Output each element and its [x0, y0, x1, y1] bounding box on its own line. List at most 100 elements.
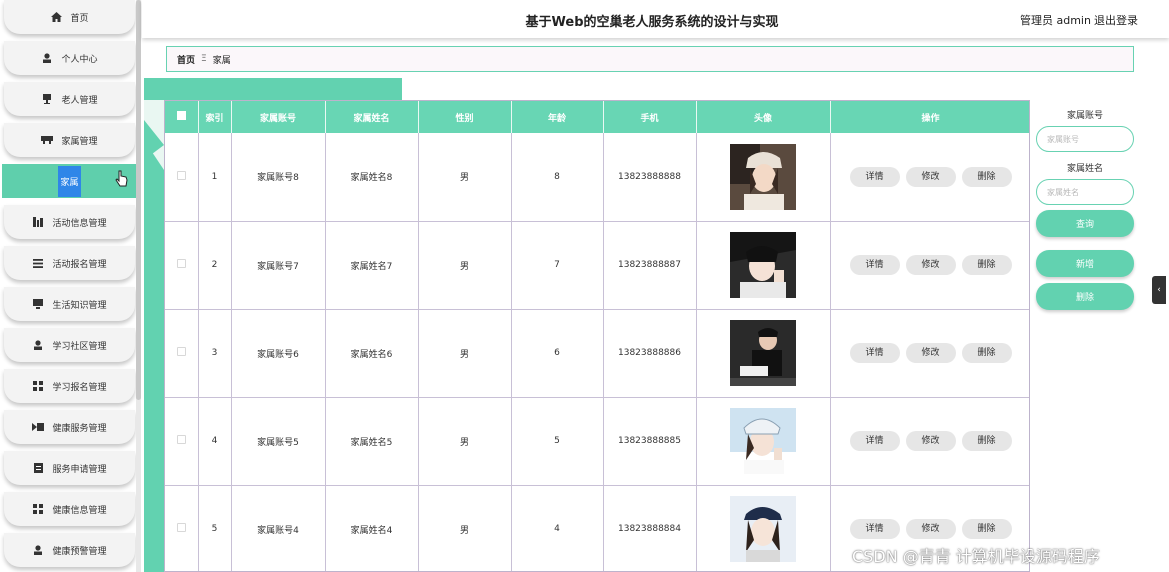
collapse-tab-icon[interactable]: ‹ — [1152, 276, 1166, 304]
top-header: 基于Web的空巢老人服务系统的设计与实现 管理员 admin 退出登录 — [142, 0, 1169, 38]
column-header: 性别 — [418, 101, 512, 133]
sidebar-item-9[interactable]: 健康服务管理 — [4, 410, 135, 444]
breadcrumb-home[interactable]: 首页 — [177, 53, 195, 66]
sidebar-item-12[interactable]: 健康预警管理 — [4, 533, 135, 567]
detail-button[interactable]: 详情 — [849, 431, 900, 451]
delete-button[interactable]: 删除 — [961, 255, 1012, 275]
edit-button[interactable]: 修改 — [905, 166, 956, 187]
sidebar-item-2[interactable]: 老人管理 — [4, 82, 135, 116]
row-checkbox-cell[interactable] — [165, 485, 199, 571]
index-cell: 2 — [198, 221, 232, 310]
index-cell: 3 — [198, 309, 232, 398]
row-checkbox-cell[interactable] — [165, 309, 199, 398]
detail-button[interactable]: 详情 — [849, 343, 900, 363]
sidebar-item-5[interactable]: 活动报名管理 — [4, 246, 135, 280]
column-header: 操作 — [830, 101, 1029, 133]
sidebar-item-4[interactable]: 活动信息管理 — [4, 205, 135, 239]
column-header: 家属账号 — [231, 101, 326, 133]
avatar-cell — [696, 485, 831, 571]
gender-cell: 男 — [418, 309, 512, 398]
sidebar-item-6[interactable]: 生活知识管理 — [4, 287, 135, 321]
logout-link[interactable]: 退出登录 — [1094, 12, 1138, 28]
sidebar: 首页个人中心老人管理家属管理活动信息管理 活动报名管理生活知识管理学习社区管理学习… — [0, 0, 142, 572]
avatar-cell — [696, 397, 831, 486]
table-row: 3 家属账号6 家属姓名6 男 6 13823888886 详情 修改 删除 — [165, 309, 1029, 398]
account-search-input[interactable] — [1036, 126, 1134, 152]
mouse-cursor-icon — [115, 170, 129, 188]
edit-button[interactable]: 修改 — [905, 343, 956, 363]
person-icon — [32, 340, 44, 350]
avatar — [730, 143, 796, 210]
phone-cell: 13823888886 — [603, 309, 697, 398]
sidebar-item-8[interactable]: 学习报名管理 — [4, 369, 135, 403]
row-checkbox[interactable] — [176, 347, 186, 356]
sidebar-item-label: 活动信息管理 — [52, 218, 107, 229]
list-icon — [32, 258, 44, 268]
actions-cell: 详情 修改 删除 — [830, 397, 1029, 486]
name-cell: 家属姓名7 — [325, 221, 419, 310]
row-checkbox-cell[interactable] — [165, 397, 199, 486]
phone-cell: 13823888884 — [603, 485, 697, 571]
edit-button[interactable]: 修改 — [905, 255, 956, 275]
activity-icon — [32, 217, 44, 227]
table-row: 4 家属账号5 家属姓名5 男 5 13823888885 详情 修改 删除 — [165, 397, 1029, 486]
doc-icon — [32, 463, 44, 473]
row-checkbox[interactable] — [176, 170, 186, 180]
delete-button[interactable]: 删除 — [961, 166, 1012, 187]
select-all-checkbox[interactable] — [165, 101, 199, 133]
edit-button[interactable]: 修改 — [905, 519, 956, 539]
sidebar-item-7[interactable]: 学习社区管理 — [4, 328, 135, 362]
sidebar-item-label: 健康信息管理 — [52, 505, 107, 516]
gender-cell: 男 — [418, 397, 512, 486]
detail-button[interactable]: 详情 — [849, 255, 900, 275]
detail-button[interactable]: 详情 — [849, 519, 900, 539]
delete-button[interactable]: 删除 — [961, 431, 1012, 451]
sidebar-item-11[interactable]: 健康信息管理 — [4, 492, 135, 526]
delete-button[interactable]: 删除 — [961, 343, 1012, 363]
delete-button[interactable]: 删除 — [961, 519, 1012, 539]
account-cell: 家属账号8 — [231, 133, 326, 222]
add-button[interactable]: 新增 — [1036, 250, 1134, 277]
sidebar-item-label: 个人中心 — [61, 54, 98, 65]
sidebar-item-label: 健康预警管理 — [52, 546, 107, 557]
watermark: CSDN @青青 计算机毕设源码程序 — [852, 547, 1100, 566]
batch-delete-button[interactable]: 删除 — [1036, 283, 1134, 310]
sidebar-item-0[interactable]: 首页 — [4, 0, 135, 34]
name-cell: 家属姓名6 — [325, 309, 419, 398]
family-icon — [41, 135, 54, 145]
edit-button[interactable]: 修改 — [905, 431, 956, 451]
row-checkbox-cell[interactable] — [165, 221, 199, 310]
monitor-icon — [32, 299, 44, 309]
row-checkbox[interactable] — [176, 259, 186, 268]
sidebar-item-label: 学习社区管理 — [52, 341, 107, 352]
sidebar-scrollbar-thumb[interactable] — [136, 0, 141, 400]
person-icon — [41, 53, 53, 63]
name-cell: 家属姓名4 — [325, 485, 419, 571]
sidebar-item-1[interactable]: 个人中心 — [4, 41, 135, 75]
grid-icon — [32, 504, 44, 514]
admin-label: 管理员 admin — [1020, 14, 1091, 27]
account-cell: 家属账号7 — [231, 221, 326, 310]
column-header: 索引 — [198, 101, 232, 133]
avatar-cell — [696, 221, 831, 310]
sidebar-subitem-label: 家属 — [58, 165, 81, 197]
gender-cell: 男 — [418, 221, 512, 310]
select-all-checkbox-box[interactable] — [176, 111, 186, 120]
elder-icon — [41, 94, 53, 104]
home-icon — [50, 12, 62, 22]
breadcrumb-current: 家属 — [212, 55, 231, 66]
row-checkbox-cell[interactable] — [165, 133, 199, 222]
age-cell: 6 — [511, 309, 604, 398]
sidebar-item-10[interactable]: 服务申请管理 — [4, 451, 135, 485]
sidebar-item-3[interactable]: 家属管理 — [4, 123, 135, 157]
row-checkbox[interactable] — [176, 435, 186, 444]
sidebar-item-label: 服务申请管理 — [52, 464, 107, 475]
detail-button[interactable]: 详情 — [849, 166, 900, 187]
sidebar-item-label: 活动报名管理 — [52, 259, 107, 270]
row-checkbox[interactable] — [176, 523, 186, 532]
query-button[interactable]: 查询 — [1036, 210, 1134, 237]
gender-cell: 男 — [418, 485, 512, 571]
name-search-label: 家属姓名 — [1066, 164, 1103, 174]
name-search-input[interactable] — [1036, 179, 1134, 205]
name-cell: 家属姓名5 — [325, 397, 419, 486]
